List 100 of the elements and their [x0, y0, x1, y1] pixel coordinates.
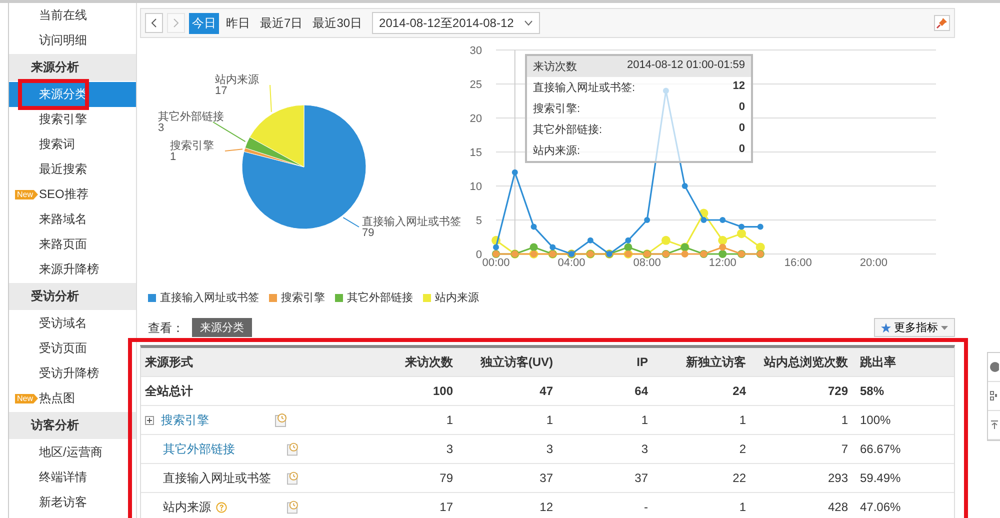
- point: [644, 217, 650, 223]
- sidebar-header: 受访分析: [9, 283, 136, 310]
- source-label: 直接输入网址或书签: [163, 470, 271, 486]
- table-cell: 17: [306, 493, 461, 518]
- slice-label: 站内来源 17: [215, 74, 259, 97]
- point: [736, 229, 746, 238]
- point: [624, 243, 632, 252]
- table-cell: 1: [461, 406, 561, 435]
- point: [757, 224, 764, 230]
- table-cell: 24: [656, 377, 754, 406]
- sidebar-item[interactable]: 新老访客: [9, 490, 136, 515]
- table-cell: 1: [656, 493, 754, 518]
- table-cell: 1: [561, 406, 656, 435]
- sidebar-item[interactable]: 搜索词: [9, 132, 136, 157]
- sidebar-item[interactable]: 来源升降榜: [9, 257, 136, 282]
- tooltip-label: 站内来源:: [533, 144, 580, 158]
- table-cell: 100: [306, 377, 461, 406]
- column-header: IP: [561, 348, 656, 377]
- y-tick-label: 0: [476, 249, 482, 261]
- y-tick-label: 15: [470, 147, 482, 159]
- sidebar-item[interactable]: 受访升降榜: [9, 361, 136, 386]
- sidebar-item[interactable]: 终端详情: [9, 465, 136, 490]
- table-cell: 100%: [856, 406, 954, 435]
- x-tick-label: 20:00: [860, 257, 888, 269]
- legend-label[interactable]: 搜索引擎: [281, 290, 325, 305]
- more-metrics-button[interactable]: 更多指标: [874, 318, 955, 337]
- sidebar-header: 来源分析: [9, 54, 136, 81]
- range-tab[interactable]: 今日: [189, 12, 219, 34]
- table-cell: 7: [754, 435, 856, 464]
- table-cell: 3: [461, 435, 561, 464]
- table-cell: 293: [754, 464, 856, 493]
- point: [530, 224, 537, 230]
- point: [682, 183, 688, 189]
- y-tick-label: 5: [476, 215, 482, 227]
- point: [738, 224, 744, 230]
- tooltip-title: 来访次数: [533, 60, 577, 74]
- tooltip-label: 其它外部链接:: [533, 122, 602, 137]
- point: [530, 243, 538, 252]
- sidebar-item[interactable]: 当前在线: [9, 3, 136, 28]
- source-link[interactable]: 其它外部链接: [163, 440, 235, 458]
- sidebar-item[interactable]: 受访域名: [9, 311, 136, 336]
- column-header: 跳出率: [856, 348, 954, 377]
- table-cell: 22: [656, 464, 754, 493]
- y-tick-label: 20: [470, 113, 482, 125]
- slice-label: 搜索引擎 1: [170, 140, 214, 163]
- table-cell: 58%: [856, 377, 954, 406]
- tooltip-time: 2014-08-12 01:00-01:59: [626, 59, 745, 73]
- x-tick-label: 12:00: [708, 257, 736, 269]
- legend-label[interactable]: 其它外部链接: [347, 290, 413, 305]
- range-tab[interactable]: 最近30日: [310, 12, 366, 34]
- legend-label[interactable]: 站内来源: [435, 290, 479, 305]
- sidebar-item[interactable]: 来路页面: [9, 232, 136, 257]
- point: [681, 250, 688, 258]
- tooltip-value: 0: [738, 143, 745, 157]
- point: [625, 237, 632, 244]
- table-cell: 12: [461, 493, 561, 518]
- point: [700, 217, 707, 223]
- column-header: 新独立访客: [656, 348, 754, 377]
- sidebar-item[interactable]: 受访页面: [9, 336, 136, 361]
- table-cell: -: [561, 493, 656, 518]
- point: [718, 236, 728, 245]
- source-label: 站内来源: [163, 498, 211, 516]
- new-badge: New: [15, 190, 38, 200]
- sidebar-item[interactable]: 最近搜索: [9, 157, 136, 182]
- table-cell: 1: [306, 406, 461, 435]
- sidebar-item[interactable]: 搜索引擎: [9, 107, 136, 132]
- column-header: 来源形式: [141, 348, 306, 377]
- table-cell: 3: [561, 435, 656, 464]
- x-tick-label: 04:00: [558, 257, 586, 269]
- point: [718, 250, 727, 258]
- column-header: 来访次数: [306, 348, 461, 377]
- date-range-select[interactable]: 2014-08-12至2014-08-12: [372, 12, 540, 34]
- x-tick-label: 08:00: [633, 257, 661, 269]
- table-cell: 2: [656, 435, 754, 464]
- point: [587, 237, 594, 244]
- legend-label[interactable]: 直接输入网址或书签: [160, 290, 259, 305]
- x-tick-label: 00:00: [482, 257, 510, 269]
- source-link[interactable]: 搜索引擎: [161, 412, 209, 428]
- sidebar-item[interactable]: 来路域名: [9, 207, 136, 232]
- view-tab[interactable]: 来源分类: [192, 318, 252, 337]
- y-tick-label: 10: [470, 181, 482, 193]
- sidebar-item[interactable]: 地区/运营商: [9, 440, 136, 465]
- tooltip-value: 0: [738, 122, 745, 136]
- y-tick-label: 25: [470, 79, 482, 91]
- range-tab[interactable]: 最近7日: [257, 12, 306, 34]
- table-cell: 428: [754, 493, 856, 518]
- x-tick-label: 16:00: [784, 257, 812, 269]
- view-label: 查看：: [148, 320, 184, 337]
- slice-label: 其它外部链接 3: [158, 111, 224, 134]
- table-cell: 47: [461, 377, 561, 406]
- point: [661, 236, 670, 245]
- table-cell: 66.67%: [856, 435, 954, 464]
- range-tab[interactable]: 昨日: [223, 12, 253, 34]
- point: [719, 244, 726, 251]
- table-cell: 1: [754, 406, 856, 435]
- sidebar-item[interactable]: 访问明细: [9, 28, 136, 53]
- table-cell: 64: [561, 377, 656, 406]
- table-cell: 37: [561, 464, 656, 493]
- column-header: 站内总浏览次数: [754, 348, 856, 377]
- sidebar-header: 访客分析: [9, 412, 136, 439]
